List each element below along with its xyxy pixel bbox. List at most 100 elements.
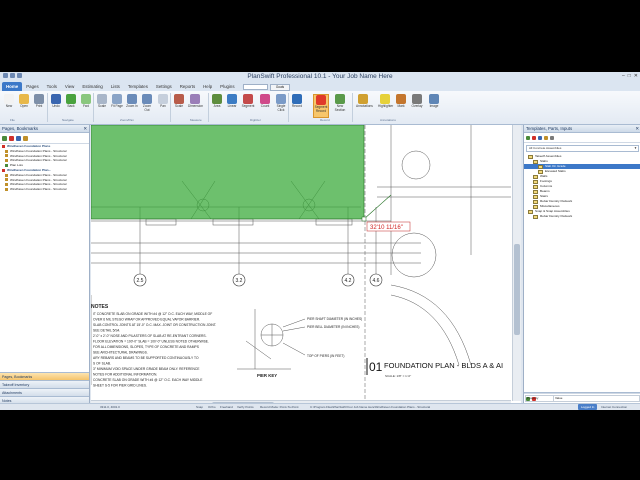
close-button[interactable]: ✕ — [634, 73, 638, 79]
record-button[interactable]: Record — [290, 94, 304, 116]
edit-template-icon[interactable] — [538, 135, 542, 140]
dimension-icon — [190, 94, 200, 104]
image-icon — [429, 94, 439, 104]
status-ortho[interactable]: Ortho — [208, 404, 216, 410]
grid-label: 4.6 — [373, 278, 380, 284]
page-icon — [5, 159, 8, 163]
add-template-icon[interactable] — [526, 135, 530, 140]
forward-icon — [81, 94, 91, 104]
tab-view[interactable]: View — [61, 82, 78, 91]
image-button[interactable]: Image — [427, 94, 441, 116]
ribbon-button-label: Annotations — [356, 104, 373, 108]
page-tree-item[interactable]: Windhaven Foundation Plans - Structural — [0, 187, 89, 192]
single-click-button[interactable]: Single Click — [274, 94, 288, 116]
back-button[interactable]: Back — [64, 94, 78, 116]
accordion-attachments[interactable]: Attachments — [0, 388, 89, 396]
tab-pages[interactable]: Pages — [22, 82, 42, 91]
page-icon — [5, 164, 8, 168]
tab-reports[interactable]: Reports — [176, 82, 199, 91]
vertical-scrollbar[interactable] — [512, 125, 521, 401]
forward-button[interactable]: Fwd — [79, 94, 93, 116]
planswift-window: PlanSwift Professional 10.1 - Your Job N… — [0, 72, 640, 409]
ribbon-button-label: Fit Page — [111, 104, 123, 108]
highlighter-button[interactable]: Highlighter — [378, 94, 393, 116]
note-line: OVER 6 MIL STEGO WRAP OR APPROVED EQUAL … — [93, 318, 200, 322]
tab-home[interactable]: Home — [2, 82, 23, 91]
goals-button[interactable]: Goals — [270, 84, 290, 91]
open-button[interactable]: Open — [17, 94, 31, 116]
dimension-button[interactable]: Dimension — [188, 94, 203, 116]
tab-settings[interactable]: Settings — [152, 82, 176, 91]
foundation-plan-drawing[interactable]: 2.5 3.2 4.2 4.6 32'10 11/16" NOTES IT CO… — [91, 125, 511, 401]
ribbon-button-label: New — [5, 104, 13, 108]
zoom-out-button[interactable]: Zoom Out — [140, 94, 154, 116]
delete-template-icon[interactable] — [532, 135, 536, 140]
ribbon-group-label: Annotations — [380, 118, 396, 122]
slab-area-takeoff[interactable] — [91, 125, 364, 219]
segment-button[interactable]: Segment — [241, 94, 255, 116]
folder-icon[interactable] — [16, 135, 21, 141]
tab-templates[interactable]: Templates — [124, 82, 152, 91]
pier-callout: TOP OF PIERS (IN FEET) — [307, 354, 344, 358]
close-icon[interactable]: ✕ — [83, 125, 87, 132]
fit-page-button[interactable]: Fit Page — [110, 94, 124, 116]
status-internet: Internet Connection — [601, 405, 628, 409]
area-button[interactable]: Area — [210, 94, 224, 116]
folder-icon — [533, 179, 538, 184]
status-snap[interactable]: Snap — [196, 404, 203, 410]
value-column-header: Value — [553, 395, 640, 402]
zoom-in-button[interactable]: Zoom In — [125, 94, 139, 116]
tab-estimating[interactable]: Estimating — [78, 82, 107, 91]
search-input[interactable] — [243, 84, 268, 90]
count-button[interactable]: Count — [258, 94, 272, 116]
status-freehand[interactable]: Freehand — [220, 404, 233, 410]
back-icon — [66, 94, 76, 104]
single-click-icon — [276, 94, 286, 104]
mark-button[interactable]: Mark — [394, 94, 408, 116]
undo-button[interactable]: Undo — [49, 94, 63, 116]
template-tree-item[interactable]: Rebar Density Flatwork — [524, 214, 640, 219]
folder-icon — [533, 189, 538, 194]
measure-handle[interactable] — [361, 216, 367, 222]
pan-button[interactable]: Pan — [156, 94, 170, 116]
status-verify-points[interactable]: Verify Points — [237, 404, 254, 410]
annotations-button[interactable]: Annotations — [356, 94, 373, 116]
ribbon: New Open Print Undo Back Fwd Scale Fit Page Zoom… — [0, 91, 640, 125]
accordion-takeoff-inventory[interactable]: Takeoff Inventory — [0, 380, 89, 388]
scale-tool-button[interactable]: Scale — [172, 94, 186, 116]
assembly-filter-select[interactable]: All Concrete Assemblies ▼ — [526, 145, 639, 152]
tab-tools[interactable]: Tools — [43, 82, 61, 91]
tab-lists[interactable]: Lists — [107, 82, 124, 91]
folder-icon[interactable] — [544, 135, 548, 140]
note-line: S OF SLAB. — [93, 362, 111, 366]
ribbon-button-label: Print — [35, 104, 43, 108]
add-page-icon[interactable] — [2, 135, 7, 141]
segment-record-button[interactable]: Segment Record — [313, 94, 329, 118]
ribbon-separator — [352, 93, 353, 122]
overlay-button[interactable]: Overlay — [410, 94, 424, 116]
tab-help[interactable]: Help — [199, 82, 216, 91]
close-icon[interactable]: ✕ — [635, 125, 639, 132]
maximize-button[interactable]: □ — [628, 73, 631, 79]
drawing-canvas[interactable]: 2.5 3.2 4.2 4.6 32'10 11/16" NOTES IT CO… — [91, 125, 521, 407]
tab-plugins[interactable]: Plugins — [216, 82, 238, 91]
status-logged-in[interactable]: Logged In — [578, 404, 598, 410]
new-button[interactable]: New — [2, 94, 16, 116]
ribbon-button-label: Image — [429, 104, 439, 108]
scroll-thumb[interactable] — [514, 244, 520, 335]
overlay-icon — [412, 94, 422, 104]
new-section-button[interactable]: New Section — [333, 94, 347, 116]
print-button[interactable]: Print — [32, 94, 46, 116]
panel-header: Pages, Bookmarks ✕ — [0, 125, 89, 133]
ribbon-button-label: Pan — [160, 104, 166, 108]
accordion-pages-bookmarks[interactable]: Pages, Bookmarks — [0, 372, 89, 380]
properties-icon[interactable] — [550, 135, 554, 140]
properties-icon[interactable] — [23, 135, 28, 141]
scale-button[interactable]: Scale — [95, 94, 109, 116]
minimize-button[interactable]: – — [622, 73, 625, 79]
mark-icon — [396, 94, 406, 104]
templates-panel: Templates, Parts, Inputs ✕ All Concrete … — [523, 125, 640, 407]
delete-page-icon[interactable] — [9, 135, 14, 141]
linear-button[interactable]: Linear — [225, 94, 239, 116]
scale-tool-icon — [174, 94, 184, 104]
